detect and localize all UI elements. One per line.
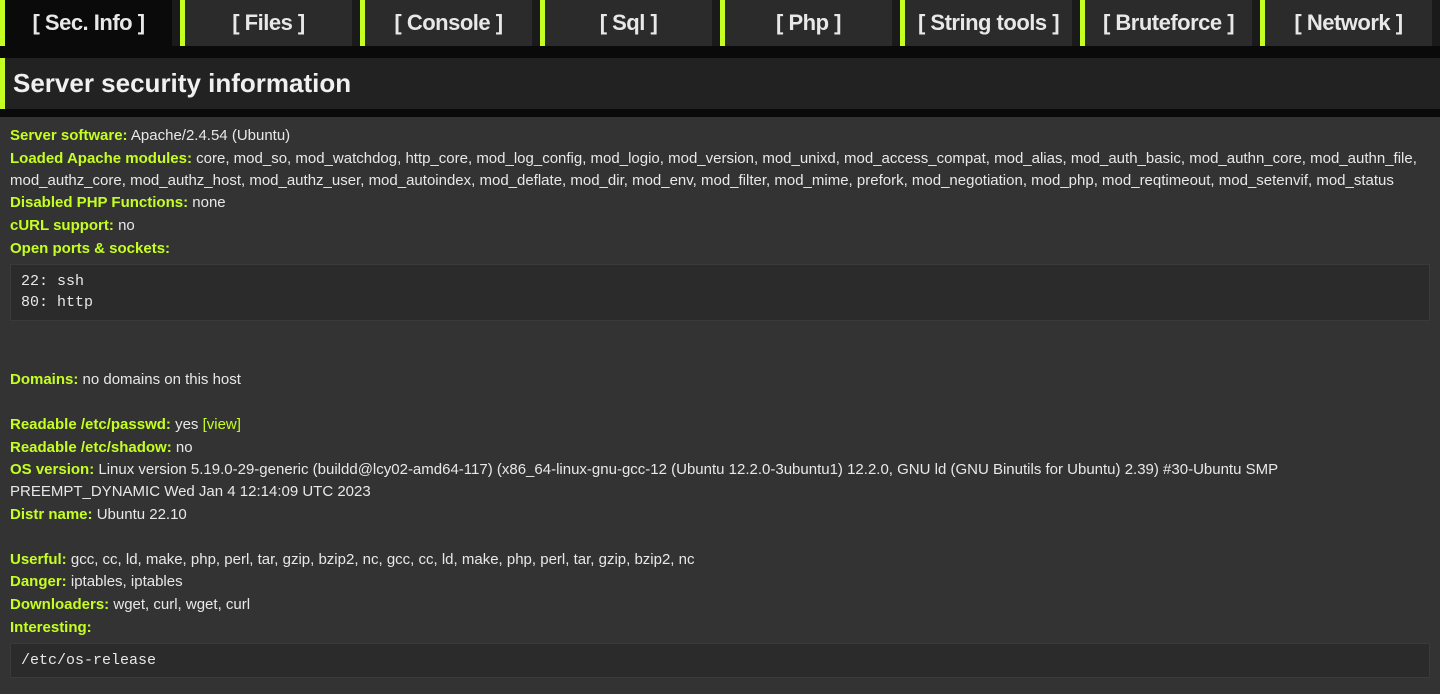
etc-passwd-view-link[interactable]: [view] bbox=[203, 416, 241, 433]
downloaders-label: Downloaders: bbox=[10, 596, 109, 613]
os-version-value: Linux version 5.19.0-29-generic (buildd@… bbox=[10, 461, 1278, 500]
etc-passwd-label: Readable /etc/passwd: bbox=[10, 416, 171, 433]
apache-modules-label: Loaded Apache modules: bbox=[10, 150, 192, 167]
os-version-label: OS version: bbox=[10, 461, 94, 478]
userful-value: gcc, cc, ld, make, php, perl, tar, gzip,… bbox=[71, 551, 695, 568]
curl-support-label: cURL support: bbox=[10, 217, 114, 234]
open-ports-label: Open ports & sockets: bbox=[10, 240, 170, 257]
distr-name-value: Ubuntu 22.10 bbox=[97, 506, 187, 523]
tab-php[interactable]: [ Php ] bbox=[720, 0, 892, 46]
tab-network[interactable]: [ Network ] bbox=[1260, 0, 1432, 46]
danger-label: Danger: bbox=[10, 573, 67, 590]
downloaders-value: wget, curl, wget, curl bbox=[113, 596, 250, 613]
disabled-php-value: none bbox=[192, 194, 225, 211]
tab-string-tools[interactable]: [ String tools ] bbox=[900, 0, 1072, 46]
userful-label: Userful: bbox=[10, 551, 67, 568]
content-panel: Server software: Apache/2.4.54 (Ubuntu) … bbox=[0, 117, 1440, 694]
tab-sql[interactable]: [ Sql ] bbox=[540, 0, 712, 46]
curl-support-value: no bbox=[118, 217, 135, 234]
danger-value: iptables, iptables bbox=[71, 573, 183, 590]
etc-shadow-value: no bbox=[176, 439, 193, 456]
interesting-label: Interesting: bbox=[10, 619, 92, 636]
server-software-label: Server software: bbox=[10, 127, 128, 144]
tab-files[interactable]: [ Files ] bbox=[180, 0, 352, 46]
open-ports-box: 22: ssh 80: http bbox=[10, 264, 1430, 322]
disabled-php-label: Disabled PHP Functions: bbox=[10, 194, 188, 211]
domains-label: Domains: bbox=[10, 371, 78, 388]
section-title-bar: Server security information bbox=[0, 58, 1440, 109]
tab-console[interactable]: [ Console ] bbox=[360, 0, 532, 46]
tab-bruteforce[interactable]: [ Bruteforce ] bbox=[1080, 0, 1252, 46]
server-software-value: Apache/2.4.54 (Ubuntu) bbox=[131, 127, 290, 144]
etc-shadow-label: Readable /etc/shadow: bbox=[10, 439, 172, 456]
domains-value: no domains on this host bbox=[83, 371, 241, 388]
apache-modules-value: core, mod_so, mod_watchdog, http_core, m… bbox=[10, 150, 1417, 189]
main-tabs: [ Sec. Info ] [ Files ] [ Console ] [ Sq… bbox=[0, 0, 1440, 46]
distr-name-label: Distr name: bbox=[10, 506, 93, 523]
tab-sec-info[interactable]: [ Sec. Info ] bbox=[0, 0, 172, 46]
interesting-box: /etc/os-release bbox=[10, 643, 1430, 679]
page-title: Server security information bbox=[13, 68, 351, 99]
etc-passwd-value: yes bbox=[175, 416, 203, 433]
